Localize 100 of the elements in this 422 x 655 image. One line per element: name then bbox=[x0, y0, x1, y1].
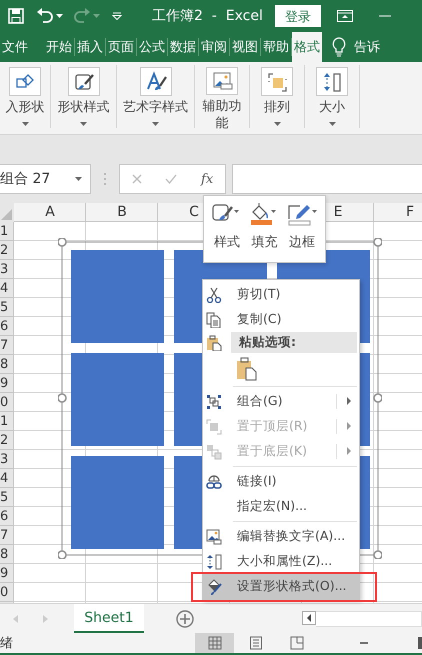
add-sheet-icon[interactable] bbox=[176, 610, 194, 628]
menu-item[interactable]: 设置形状格式(O)... bbox=[203, 574, 359, 599]
menu-item[interactable]: 大小和属性(Z)... bbox=[203, 549, 359, 574]
row-number[interactable]: 2 bbox=[0, 431, 13, 450]
zoom-slider-thumb[interactable] bbox=[418, 637, 422, 649]
row-number[interactable]: 9 bbox=[0, 374, 13, 393]
menu-section-header: 粘贴选项: bbox=[231, 332, 357, 353]
caret-icon[interactable] bbox=[152, 122, 159, 126]
row-number[interactable]: 9 bbox=[0, 564, 13, 583]
picture-icon bbox=[206, 528, 222, 544]
row-number[interactable]: 3 bbox=[0, 450, 13, 469]
toolbar-button[interactable]: 边框 bbox=[285, 203, 320, 262]
insert-function-button[interactable]: fx bbox=[201, 172, 214, 186]
row-number[interactable]: 5 bbox=[0, 488, 13, 507]
sheet-tab[interactable]: Sheet1 bbox=[74, 604, 144, 633]
menu-item[interactable]: 编辑替换文字(A)... bbox=[203, 524, 359, 549]
dropdown-caret-icon[interactable] bbox=[75, 177, 82, 181]
bring-forward-icon bbox=[206, 418, 222, 434]
column-header[interactable]: B bbox=[117, 204, 127, 220]
resize-handle[interactable] bbox=[58, 550, 67, 559]
save-icon[interactable] bbox=[8, 8, 24, 24]
menu-item[interactable]: 链接(I) bbox=[203, 469, 359, 494]
ribbon-tab[interactable]: 开始 bbox=[44, 32, 74, 62]
column-header[interactable]: A bbox=[45, 204, 55, 220]
group-icon bbox=[206, 394, 222, 410]
ribbon-tab[interactable]: 插入 bbox=[75, 32, 105, 62]
column-header[interactable]: C bbox=[189, 204, 199, 220]
row-number[interactable]: 6 bbox=[0, 317, 13, 336]
submenu-arrow-icon bbox=[347, 397, 351, 405]
format-shape-icon bbox=[206, 578, 222, 594]
ribbon-button[interactable]: 艺术字样式 bbox=[116, 65, 194, 128]
status-text: 绪 bbox=[0, 635, 14, 652]
ribbon-tab[interactable]: 文件 bbox=[0, 32, 30, 62]
caret-icon[interactable] bbox=[328, 122, 336, 126]
submenu-arrow-icon bbox=[347, 422, 351, 430]
row-number[interactable]: 6 bbox=[0, 507, 13, 526]
formula-input[interactable] bbox=[232, 164, 422, 194]
window-title: 工作簿2 - Excel bbox=[152, 7, 263, 25]
row-number[interactable]: 4 bbox=[0, 469, 13, 488]
row-number[interactable]: 5 bbox=[0, 298, 13, 317]
login-button[interactable]: 登录 bbox=[274, 5, 321, 27]
caret-icon[interactable] bbox=[80, 122, 87, 126]
caret-icon[interactable] bbox=[56, 14, 63, 18]
row-number[interactable]: 8 bbox=[0, 355, 13, 374]
row-number[interactable]: 4 bbox=[0, 279, 13, 298]
tell-me-field[interactable]: 告诉 bbox=[354, 32, 380, 62]
view-button[interactable] bbox=[195, 633, 234, 653]
menu-item[interactable]: 复制(C) bbox=[203, 307, 359, 332]
resize-icon bbox=[206, 554, 222, 570]
ribbon-tab[interactable]: 格式 bbox=[292, 32, 322, 62]
name-box[interactable]: 组合 27 bbox=[0, 164, 91, 194]
ribbon-button[interactable]: 入形状 bbox=[3, 65, 47, 128]
scissors-icon bbox=[206, 286, 222, 302]
undo-icon[interactable] bbox=[36, 8, 54, 24]
row-number[interactable]: 0 bbox=[0, 393, 13, 412]
clipboard-icon bbox=[206, 334, 222, 350]
row-number[interactable]: 7 bbox=[0, 336, 13, 355]
resize-handle[interactable] bbox=[373, 550, 382, 559]
normal-view-icon bbox=[208, 636, 222, 650]
toolbar-button[interactable]: 填充 bbox=[247, 203, 282, 262]
resize-handle[interactable] bbox=[58, 238, 67, 247]
ribbon-tab[interactable]: 数据 bbox=[168, 32, 198, 62]
row-number[interactable]: 2 bbox=[0, 241, 13, 260]
send-backward-icon bbox=[206, 444, 222, 460]
ribbon-tab[interactable]: 视图 bbox=[230, 32, 260, 62]
copy-icon bbox=[206, 312, 222, 328]
menu-item[interactable]: 指定宏(N)... bbox=[203, 494, 359, 519]
column-header[interactable]: E bbox=[334, 204, 342, 220]
lightbulb-icon[interactable] bbox=[332, 37, 346, 57]
ribbon-tab[interactable]: 审阅 bbox=[199, 32, 229, 62]
menu-item[interactable]: 剪切(T) bbox=[203, 282, 359, 307]
paste-button[interactable] bbox=[237, 356, 257, 380]
row-number[interactable]: 1 bbox=[0, 222, 13, 241]
ribbon-tab[interactable]: 页面 bbox=[106, 32, 136, 62]
pen-border-icon bbox=[287, 203, 318, 226]
page-layout-icon bbox=[248, 636, 262, 650]
caret-icon[interactable] bbox=[22, 122, 28, 126]
ribbon-tab[interactable]: 公式 bbox=[137, 32, 167, 62]
resize-handle[interactable] bbox=[58, 393, 67, 403]
scroll-left-button[interactable] bbox=[302, 611, 316, 625]
row-number[interactable]: 7 bbox=[0, 526, 13, 545]
row-number[interactable]: 0 bbox=[0, 583, 13, 602]
resize-handle[interactable] bbox=[373, 238, 382, 247]
row-number[interactable]: 3 bbox=[0, 260, 13, 279]
page-break-icon bbox=[290, 636, 304, 650]
link-icon bbox=[206, 474, 222, 490]
menu-item[interactable]: 组合(G) bbox=[203, 389, 359, 414]
row-number[interactable]: 8 bbox=[0, 545, 13, 564]
toolbar-button[interactable]: 样式 bbox=[210, 203, 244, 262]
minimize-icon[interactable] bbox=[378, 15, 391, 17]
ribbon-tab[interactable]: 帮助 bbox=[261, 32, 291, 62]
column-header[interactable]: F bbox=[406, 204, 414, 220]
submenu-arrow-icon bbox=[347, 447, 351, 455]
customize-icon[interactable] bbox=[112, 12, 122, 20]
resize-handle[interactable] bbox=[373, 393, 382, 403]
row-number[interactable]: 1 bbox=[0, 412, 13, 431]
ribbon-display-icon[interactable] bbox=[336, 10, 353, 22]
ribbon-button[interactable]: 形状样式 bbox=[52, 65, 114, 128]
redo-icon bbox=[73, 8, 91, 24]
caret-icon[interactable] bbox=[274, 122, 280, 126]
